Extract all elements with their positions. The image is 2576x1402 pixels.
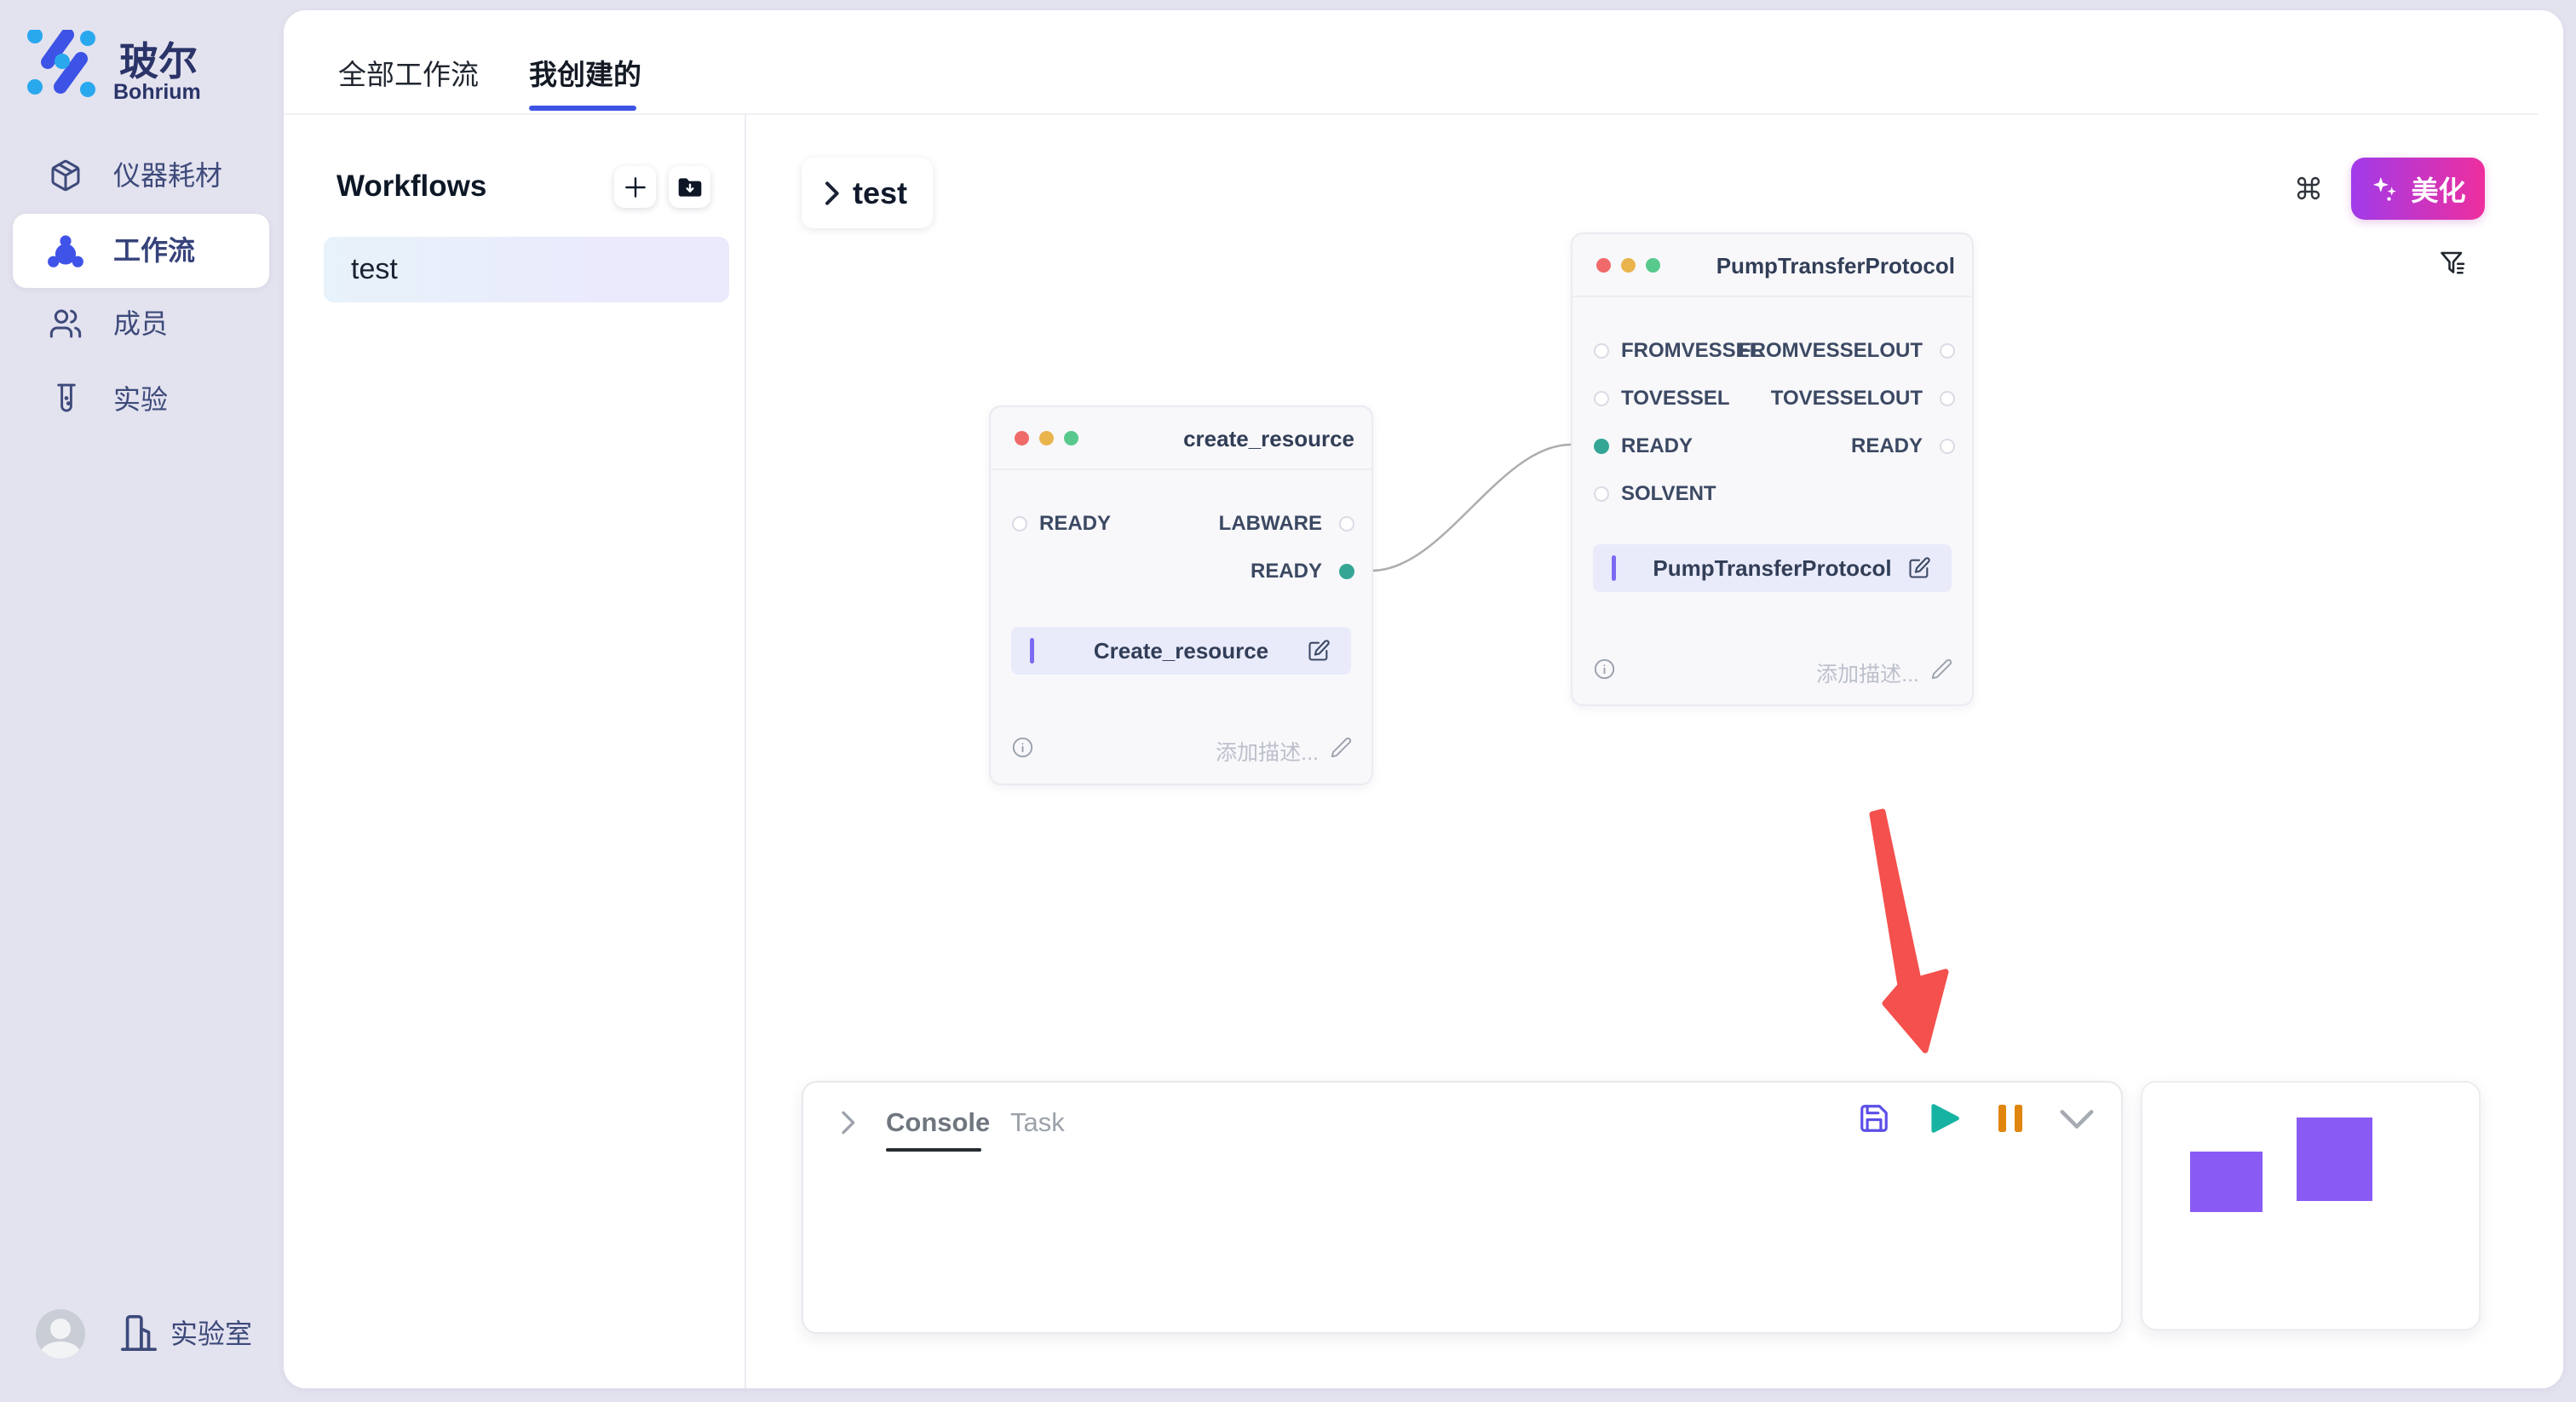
- console-panel: Console Task: [802, 1081, 2123, 1334]
- box-icon: [49, 158, 83, 192]
- sidebar-item-label: 实验: [113, 382, 168, 417]
- sidebar-item-workflow[interactable]: 工作流: [0, 233, 284, 267]
- beautify-button[interactable]: 美化: [2351, 158, 2485, 220]
- traffic-dots[interactable]: [1596, 258, 1660, 273]
- sidebar-item-experiments[interactable]: 实验: [0, 382, 284, 417]
- node-description-placeholder[interactable]: 添加描述...: [1216, 736, 1319, 767]
- node-title: PumpTransferProtocol: [1716, 253, 1955, 279]
- avatar[interactable]: [36, 1309, 85, 1359]
- node-pump-transfer-protocol[interactable]: PumpTransferProtocol FROMVESSEL FROMVESS…: [1571, 233, 1974, 706]
- node-header-divider: [991, 468, 1371, 470]
- workflow-panel-title: Workflows: [336, 167, 486, 206]
- workspace-label[interactable]: 实验室: [170, 1317, 252, 1351]
- minimap-node: [2297, 1118, 2372, 1201]
- port-label: FROMVESSELOUT: [1739, 338, 1923, 364]
- edit-icon[interactable]: [1307, 639, 1331, 663]
- action-accent-bar: [1030, 638, 1034, 664]
- sidebar-item-label: 仪器耗材: [113, 158, 222, 192]
- node-description-placeholder[interactable]: 添加描述...: [1816, 658, 1919, 688]
- port-input-solvent[interactable]: [1594, 486, 1609, 502]
- sidebar-item-members[interactable]: 成员: [0, 307, 284, 341]
- port-label: READY: [1251, 559, 1322, 584]
- logo-subtitle: Bohrium: [113, 80, 201, 105]
- pencil-icon[interactable]: [1930, 658, 1953, 681]
- port-label: READY: [1851, 434, 1923, 459]
- dot-green-icon[interactable]: [1646, 258, 1660, 273]
- run-icon[interactable]: [1929, 1103, 1960, 1134]
- chevron-right-icon: [822, 181, 841, 206]
- sidebar-item-instruments[interactable]: 仪器耗材: [0, 158, 284, 192]
- node-action-button[interactable]: Create_resource: [1011, 627, 1351, 675]
- pause-icon[interactable]: [1996, 1103, 2025, 1134]
- import-folder-button[interactable]: [669, 166, 710, 208]
- active-tab-underline: [529, 106, 636, 111]
- tab-task[interactable]: Task: [1010, 1104, 1065, 1141]
- node-action-button[interactable]: PumpTransferProtocol: [1593, 544, 1952, 592]
- node-action-label: PumpTransferProtocol: [1593, 555, 1952, 582]
- collapse-chevron-down-icon[interactable]: [2059, 1108, 2095, 1130]
- node-action-label: Create_resource: [1011, 638, 1351, 664]
- plus-icon: [622, 174, 649, 201]
- pencil-icon[interactable]: [1330, 736, 1353, 759]
- dot-yellow-icon[interactable]: [1621, 258, 1636, 273]
- minimap[interactable]: [2141, 1081, 2481, 1330]
- bohrium-logo-icon: [26, 30, 99, 100]
- port-output-labware[interactable]: [1339, 516, 1354, 531]
- members-icon: [49, 307, 83, 341]
- breadcrumb-label: test: [853, 175, 907, 211]
- tab-my-created[interactable]: 我创建的: [529, 56, 641, 94]
- breadcrumb[interactable]: test: [802, 158, 933, 228]
- edit-icon[interactable]: [1907, 556, 1931, 580]
- tab-all-workflows[interactable]: 全部工作流: [338, 56, 479, 94]
- dot-red-icon[interactable]: [1596, 258, 1611, 273]
- port-label: READY: [1039, 511, 1111, 537]
- info-icon[interactable]: [1593, 658, 1616, 681]
- port-input-fromvessel[interactable]: [1594, 343, 1609, 359]
- beautify-label: 美化: [2411, 170, 2465, 209]
- port-output-ready[interactable]: [1940, 439, 1955, 454]
- action-accent-bar: [1612, 555, 1616, 581]
- port-input-tovessel[interactable]: [1594, 391, 1609, 406]
- port-output-tovesselout[interactable]: [1940, 391, 1955, 406]
- sidebar: 玻尔 Bohrium 仪器耗材 工作流 成员: [0, 0, 284, 1402]
- panel-divider: [745, 114, 746, 1388]
- port-label: LABWARE: [1219, 511, 1322, 537]
- building-icon: [119, 1312, 158, 1354]
- sidebar-item-label: 工作流: [113, 233, 195, 267]
- add-workflow-button[interactable]: [614, 166, 656, 208]
- node-header-divider: [1573, 296, 1972, 297]
- command-icon[interactable]: [2295, 175, 2322, 202]
- dot-green-icon[interactable]: [1064, 431, 1078, 445]
- tab-console[interactable]: Console: [886, 1104, 990, 1141]
- node-create-resource[interactable]: create_resource READY LABWARE READY Crea…: [989, 405, 1373, 785]
- port-label: TOVESSEL: [1621, 386, 1730, 411]
- folder-import-icon: [676, 174, 704, 201]
- port-input-ready[interactable]: [1594, 439, 1609, 454]
- workflow-list-item-test[interactable]: test: [324, 237, 729, 302]
- people-group-icon: [47, 232, 84, 269]
- port-label: READY: [1621, 434, 1693, 459]
- test-tube-icon: [50, 382, 83, 417]
- sidebar-item-label: 成员: [113, 307, 168, 341]
- info-icon[interactable]: [1011, 736, 1034, 759]
- node-title: create_resource: [1183, 426, 1354, 452]
- dot-red-icon[interactable]: [1015, 431, 1029, 445]
- port-input-ready[interactable]: [1012, 516, 1027, 531]
- port-label: TOVESSELOUT: [1771, 386, 1923, 411]
- sparkles-icon: [2370, 174, 2401, 204]
- logo-title: 玻尔: [119, 31, 198, 87]
- save-icon[interactable]: [1858, 1102, 1890, 1135]
- dot-yellow-icon[interactable]: [1039, 431, 1054, 445]
- workflow-item-name: test: [351, 253, 398, 286]
- expand-chevron-icon[interactable]: [837, 1110, 859, 1135]
- traffic-dots[interactable]: [1015, 431, 1078, 445]
- filter-icon[interactable]: [2438, 248, 2469, 279]
- port-output-ready[interactable]: [1339, 564, 1354, 579]
- port-label: SOLVENT: [1621, 481, 1716, 507]
- console-tab-underline: [886, 1148, 981, 1152]
- port-output-fromvesselout[interactable]: [1940, 343, 1955, 359]
- header-divider: [284, 113, 2538, 115]
- minimap-node: [2190, 1152, 2263, 1212]
